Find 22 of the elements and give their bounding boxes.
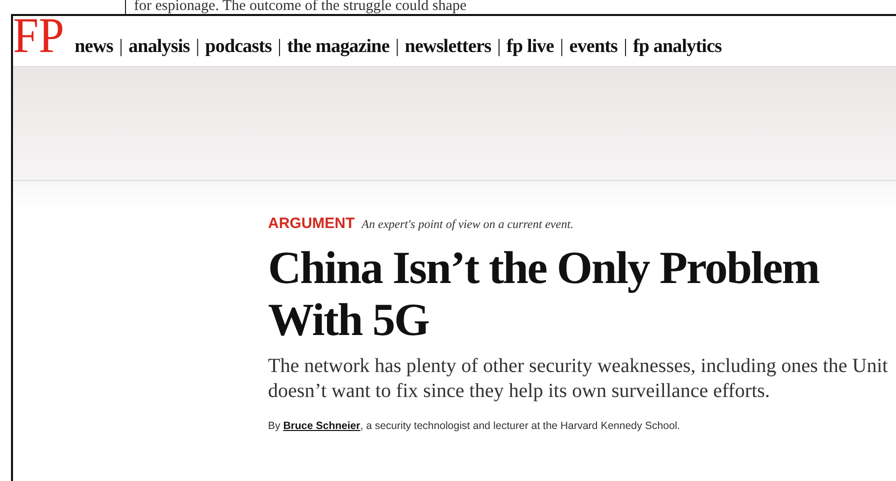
nav-separator: | [119,36,123,58]
nav-link[interactable]: news [74,36,114,58]
category-label: ARGUMENT [268,215,355,232]
nav-link[interactable]: analysis [128,36,190,58]
byline: By Bruce Schneier, a security technologist and lecturer at the Harvard Kennedy School. [268,420,682,432]
nav-separator: | [278,36,282,58]
nav-separator: | [560,36,564,58]
category-note: An expert's point of view on a current event. [362,217,574,232]
nav-link[interactable]: podcasts [205,36,272,58]
nav-link[interactable]: events [569,36,618,58]
nav-link[interactable]: newsletters [404,36,492,58]
nav-link[interactable]: fp live [506,36,554,58]
headline: China Isn’t the Only Problem With 5G [268,242,820,346]
nav-separator: | [196,36,200,58]
nav-link[interactable]: fp analytics [632,36,722,58]
logo[interactable]: FP [13,10,64,60]
subheadline: The network has plenty of other security weaknesses, including ones the Unit doesn’t want to fix since they help its own surveillance efforts. [268,354,889,404]
author-link[interactable]: Bruce Schneier [283,420,360,432]
nav-separator: | [624,36,627,58]
nav-separator: | [395,36,399,58]
nav-link[interactable]: the magazine [287,36,390,58]
nav-separator: | [497,36,501,58]
